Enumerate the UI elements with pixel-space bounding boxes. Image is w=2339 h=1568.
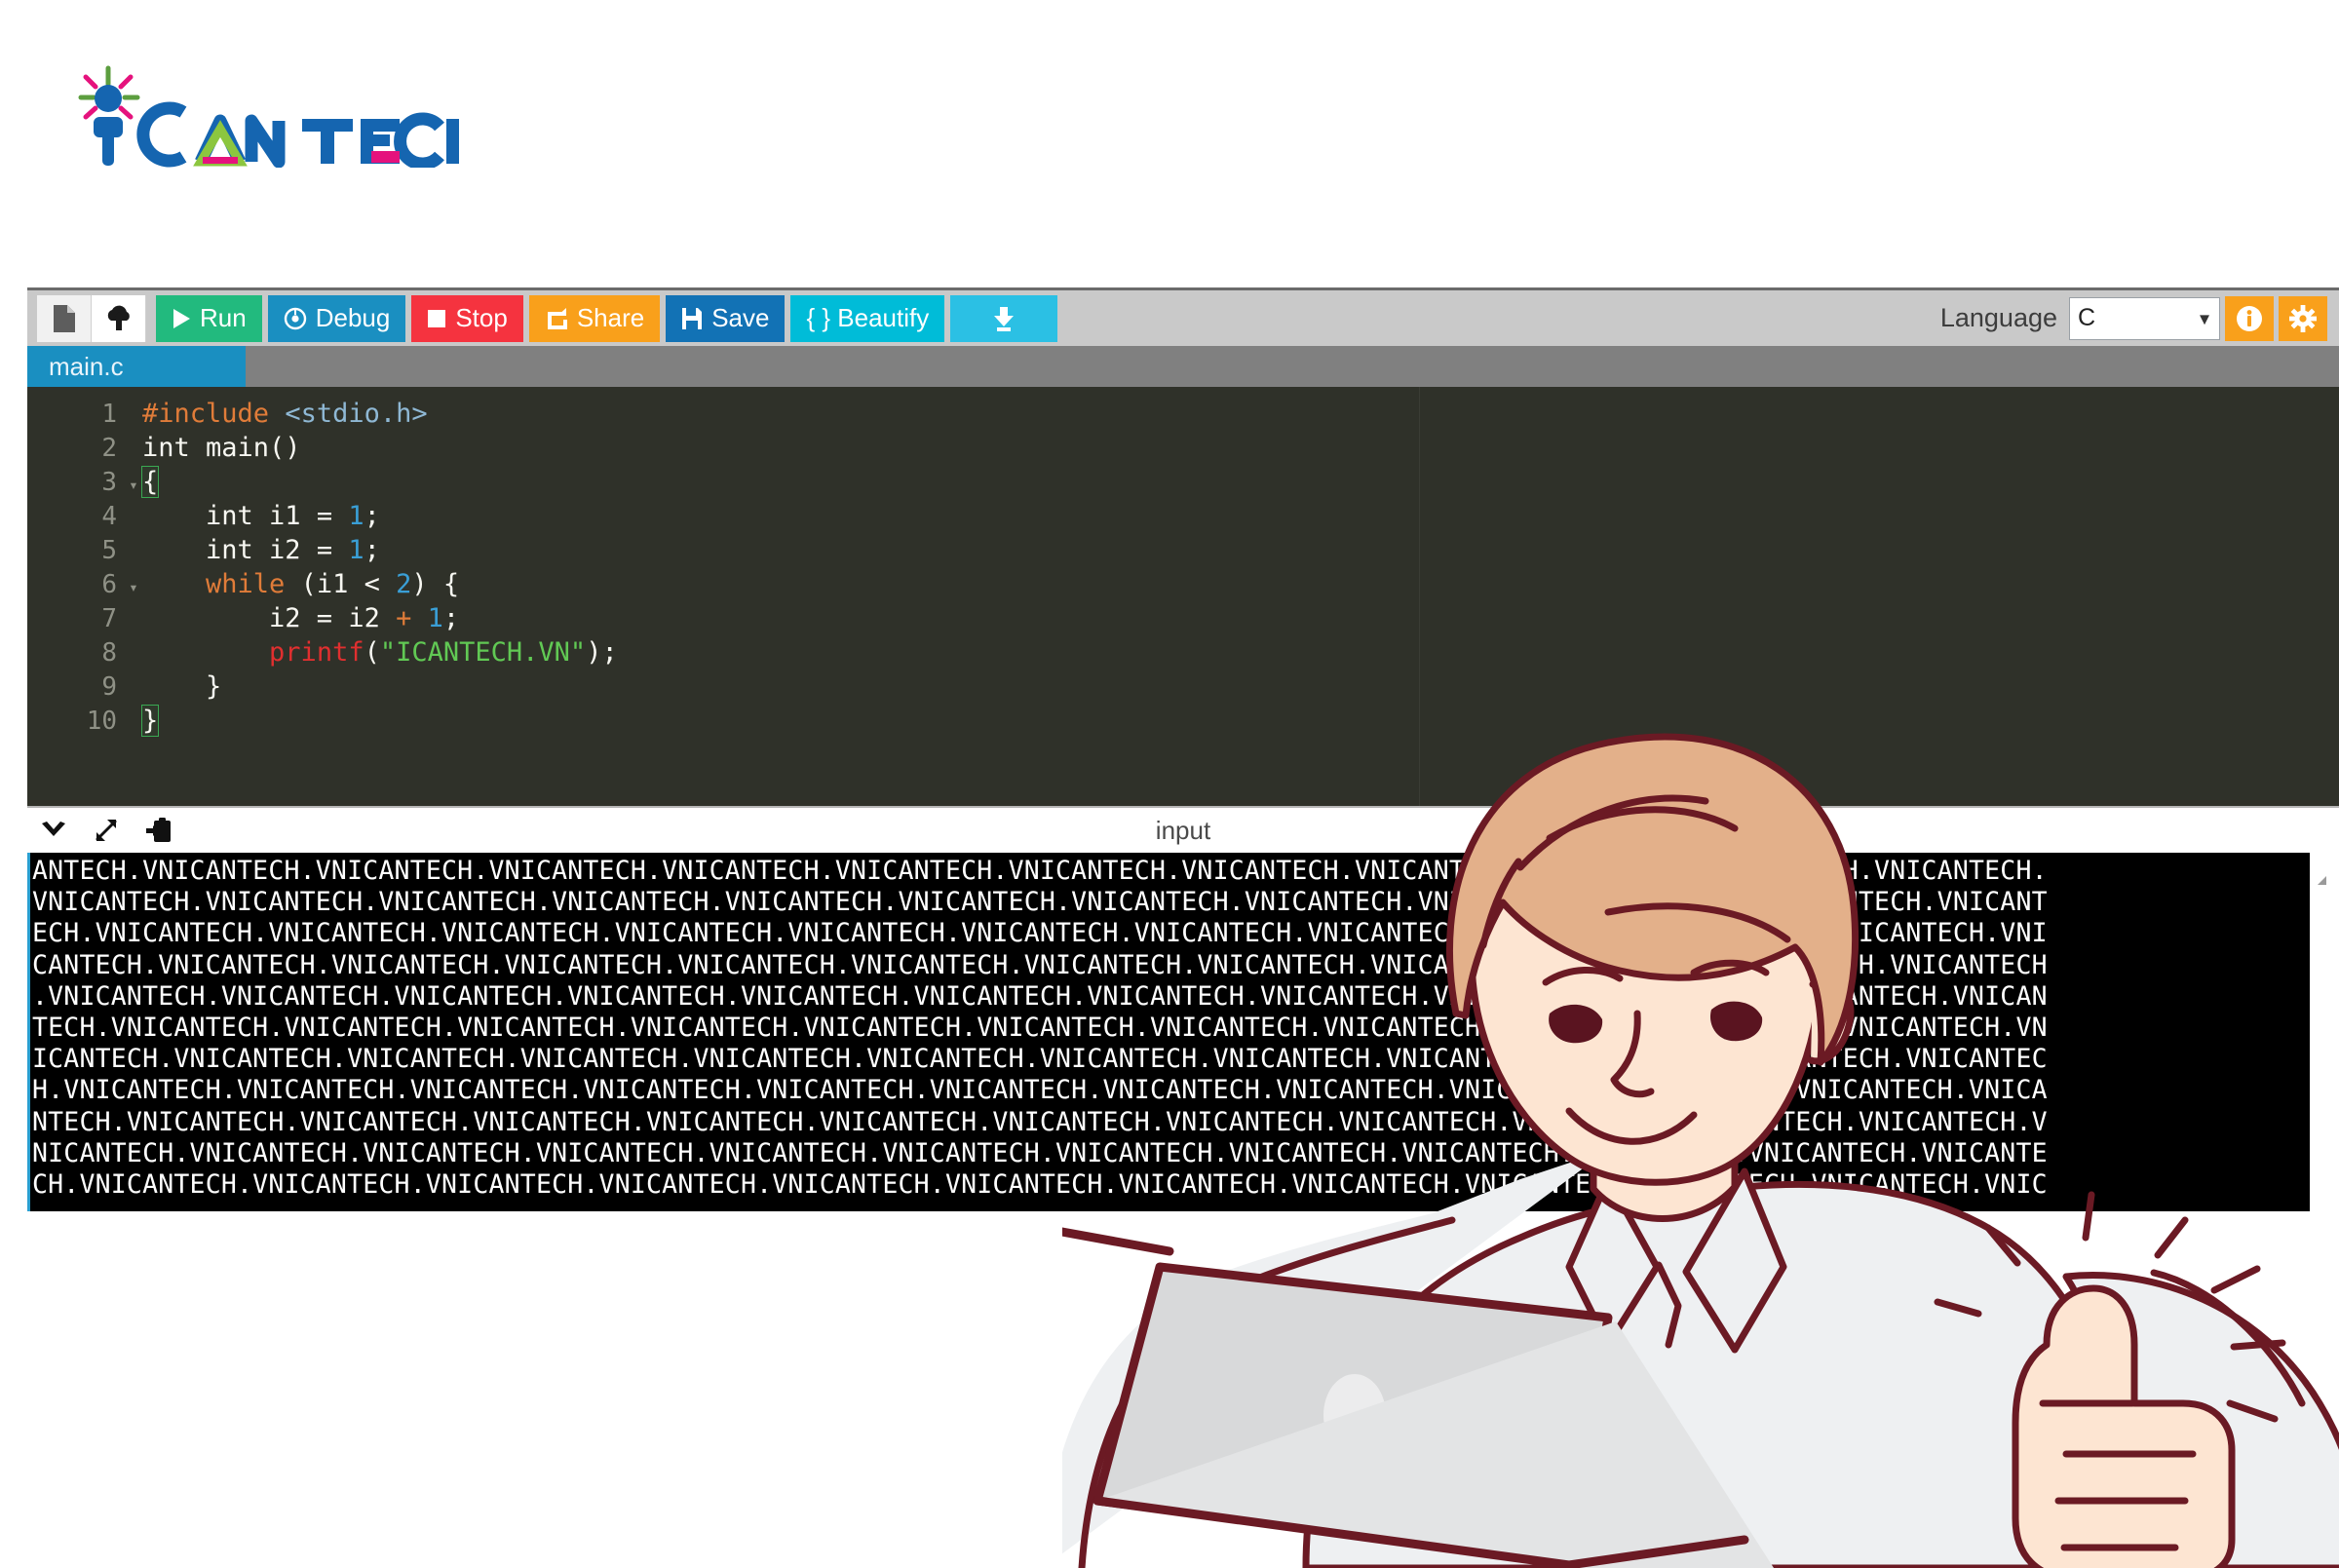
floppy-save-icon xyxy=(682,307,703,329)
chevron-down-icon xyxy=(42,822,65,836)
line-number: 5 xyxy=(101,536,117,565)
line-number: 9 xyxy=(101,672,117,702)
stop-button-label: Stop xyxy=(455,303,508,332)
code-line-text: printf("ICANTECH.VN"); xyxy=(269,637,618,668)
console-scrollbar[interactable] xyxy=(2310,853,2339,1211)
stop-button[interactable]: Stop xyxy=(411,294,523,342)
code-line-text: int main() xyxy=(142,433,301,463)
line-number: 10 xyxy=(86,707,117,736)
code-line-text: } xyxy=(140,705,160,737)
debug-button[interactable]: Debug xyxy=(267,294,406,342)
code-line[interactable]: 10} xyxy=(27,704,2339,738)
code-line-text: { xyxy=(140,466,160,498)
line-number: 6 xyxy=(101,570,117,599)
play-icon xyxy=(173,308,190,328)
expand-arrows-icon xyxy=(96,820,117,841)
info-button[interactable] xyxy=(2225,295,2274,341)
code-line[interactable]: 7 i2 = i2 + 1; xyxy=(27,601,2339,635)
code-lines-container: 1 #include <stdio.h> 2 int main() 3 ▾{4 int i… xyxy=(27,387,2339,738)
console-output[interactable]: ANTECH.VNICANTECH.VNICANTECH.VNICANTECH.… xyxy=(27,853,2339,1211)
beautify-button-label: { } Beautify xyxy=(806,303,930,332)
scroll-nub-icon xyxy=(2318,876,2326,885)
toolbar-right-group: Language C ▾ xyxy=(1939,295,2327,341)
file-actions-group xyxy=(37,294,146,342)
line-number: 8 xyxy=(101,638,117,668)
debug-button-label: Debug xyxy=(315,303,391,332)
run-button-label: Run xyxy=(200,303,247,332)
file-icon xyxy=(53,304,75,332)
download-icon xyxy=(994,306,1015,331)
fold-toggle-icon[interactable]: ▾ xyxy=(125,570,142,604)
code-line[interactable]: 6 ▾ while (i1 < 2) { xyxy=(27,567,2339,601)
language-label: Language xyxy=(1939,303,2057,332)
download-button[interactable] xyxy=(950,294,1058,342)
language-select[interactable]: C ▾ xyxy=(2069,296,2220,340)
gear-icon xyxy=(2289,304,2317,332)
code-line-text: int i2 = 1; xyxy=(142,535,380,565)
share-button[interactable]: Share xyxy=(528,294,661,342)
code-line[interactable]: 8 printf("ICANTECH.VN"); xyxy=(27,635,2339,669)
letter-e-underline xyxy=(371,151,400,163)
share-icon xyxy=(547,307,567,329)
console-toolbar: input xyxy=(27,806,2339,853)
console-collapse-button[interactable] xyxy=(27,809,80,852)
debug-icon xyxy=(284,307,306,329)
new-file-button[interactable] xyxy=(37,294,92,342)
paste-clipboard-icon xyxy=(146,818,171,842)
console-title: input xyxy=(1155,815,1211,845)
code-line[interactable]: 4 int i1 = 1; xyxy=(27,499,2339,533)
info-icon xyxy=(2237,305,2262,331)
ide-toolbar: Run Debug Stop Share Save {} Beautify L… xyxy=(27,290,2339,346)
save-button[interactable]: Save xyxy=(666,294,786,342)
language-selected-value: C xyxy=(2078,304,2096,331)
line-number: 4 xyxy=(101,502,117,531)
code-line[interactable]: 5 int i2 = 1; xyxy=(27,533,2339,567)
tab-main-c[interactable]: main.c xyxy=(27,346,246,387)
code-editor[interactable]: 1 #include <stdio.h> 2 int main() 3 ▾{4 int i… xyxy=(27,387,2339,806)
line-number: 7 xyxy=(101,604,117,633)
code-line-text: i2 = i2 + 1; xyxy=(142,603,460,633)
code-line[interactable]: 1 #include <stdio.h> xyxy=(27,397,2339,431)
line-number: 2 xyxy=(101,434,117,463)
save-button-label: Save xyxy=(711,303,770,332)
console-expand-button[interactable] xyxy=(80,809,133,852)
code-line[interactable]: 9 } xyxy=(27,669,2339,704)
console-paste-button[interactable] xyxy=(133,809,185,852)
person-i-icon xyxy=(94,85,123,166)
code-line-text: while (i1 < 2) { xyxy=(206,569,460,599)
page-root: Run Debug Stop Share Save {} Beautify L… xyxy=(0,0,2339,1568)
brand-logo-svg xyxy=(78,65,459,168)
console-output-text: ANTECH.VNICANTECH.VNICANTECH.VNICANTECH.… xyxy=(32,856,2048,1201)
fold-toggle-icon[interactable]: ▾ xyxy=(125,468,142,502)
brand-logo xyxy=(57,60,466,168)
editor-tabstrip: main.c xyxy=(27,346,2339,387)
upload-file-button[interactable] xyxy=(92,294,146,342)
chevron-down-icon: ▾ xyxy=(2199,308,2209,329)
share-button-label: Share xyxy=(576,303,645,332)
letter-a xyxy=(193,114,248,167)
code-line-text: } xyxy=(142,671,222,702)
tab-main-c-label: main.c xyxy=(49,351,124,381)
code-line-text: #include <stdio.h> xyxy=(142,399,428,429)
stop-square-icon xyxy=(428,309,446,327)
upload-cloud-icon xyxy=(107,305,130,330)
code-line[interactable]: 3 ▾{ xyxy=(27,465,2339,499)
code-line-text: int i1 = 1; xyxy=(142,501,380,531)
line-number: 3 xyxy=(101,468,117,497)
beautify-button[interactable]: { } Beautify xyxy=(790,294,945,342)
line-number: 1 xyxy=(101,400,117,429)
code-line[interactable]: 2 int main() xyxy=(27,431,2339,465)
settings-button[interactable] xyxy=(2279,295,2327,341)
run-button[interactable]: Run xyxy=(156,294,262,342)
online-ide-window: Run Debug Stop Share Save {} Beautify L… xyxy=(27,287,2339,1211)
